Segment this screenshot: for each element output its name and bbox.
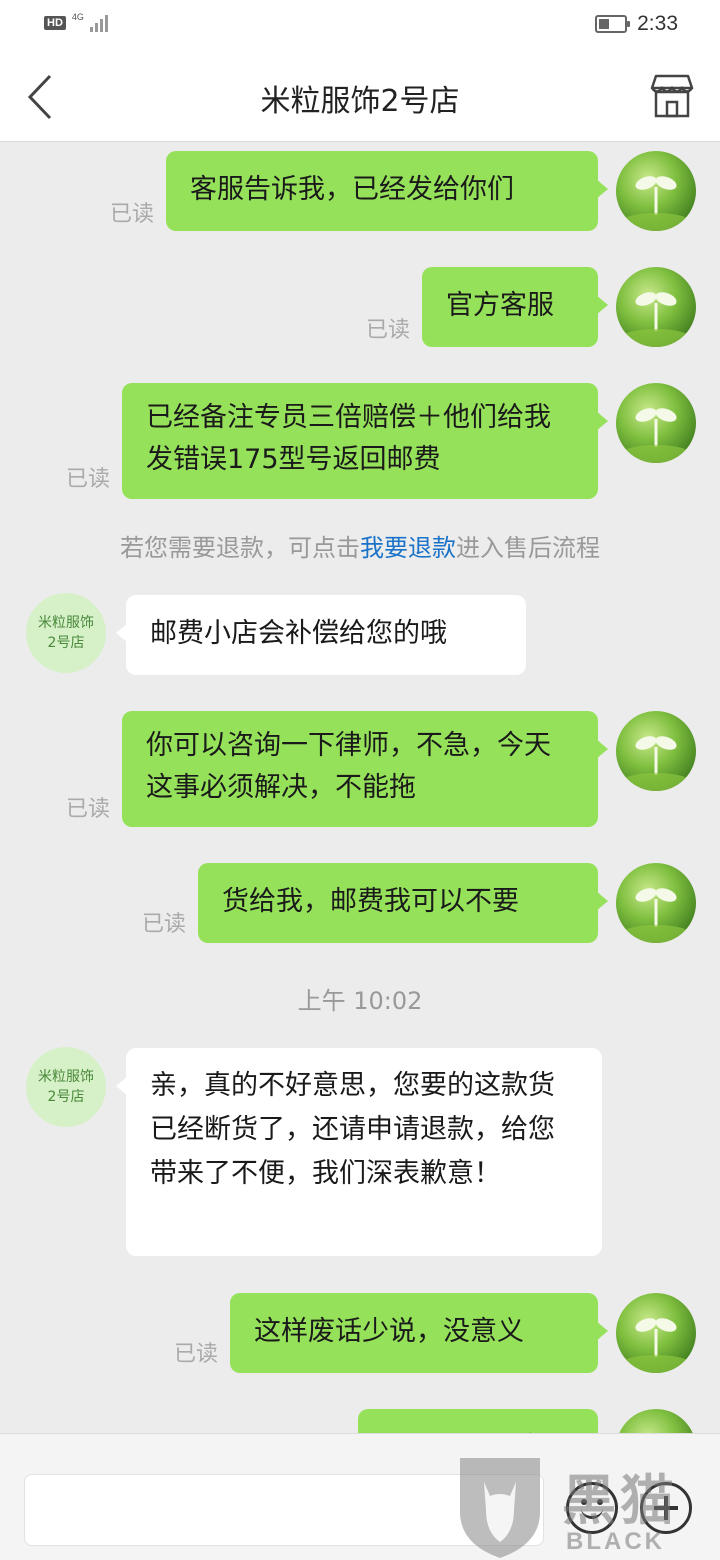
signal-icon [89,14,108,32]
sprout-icon [620,888,692,943]
shop-avatar-line2: 2号店 [47,1089,85,1105]
network-type: 4G [71,12,84,22]
message-bubble-incoming[interactable]: 亲，真的不好意思，您要的这款货已经断货了，还请申请退款，给您带来了不便，我们深表… [116,1048,602,1256]
refund-hint: 若您需要退款，可点击我要退款进入售后流程 [0,528,720,563]
sprout-icon [616,1409,696,1433]
message-bubble-outgoing[interactable]: 已经备注专员三倍赔偿＋他们给我发错误175型号返回邮费 [122,383,608,499]
refund-hint-prefix: 若您需要退款，可点击 [120,534,360,562]
status-bar: HD 4G 2:33 [0,0,720,52]
black-cat-watermark: 黑猫 BLACK CAT [450,1452,720,1560]
read-receipt: 已读 [66,797,111,822]
storefront-icon [650,74,694,118]
read-receipt: 已读 [66,467,111,492]
shop-avatar-line2: 2号店 [47,635,85,651]
message-bubble-outgoing[interactable]: 货给我，邮费我可以不要 [198,863,608,943]
status-left: HD 4G [44,12,108,32]
user-avatar[interactable] [616,383,696,463]
message-timestamp: 上午 10:02 [297,987,423,1015]
shop-avatar-line1: 米粒服饰 [38,615,94,631]
refund-hint-suffix: 进入售后流程 [456,534,600,562]
page-title: 米粒服饰2号店 [260,84,460,119]
read-receipt: 已读 [142,912,187,937]
read-receipt: 已读 [174,1342,219,1367]
shop-avatar[interactable]: 米粒服饰 2号店 [26,1047,106,1127]
hd-badge: HD [44,16,66,30]
message-bubble-outgoing[interactable]: 你可以咨询一下律师，不急，今天这事必须解决，不能拖 [122,711,608,827]
user-avatar[interactable] [616,863,696,943]
message-bubble-outgoing[interactable]: 客服告诉我，已经发给你们 [166,151,608,231]
sprout-icon [620,292,692,347]
user-avatar[interactable] [616,267,696,347]
battery-icon [595,15,631,33]
user-avatar[interactable] [616,711,696,791]
watermark-text: 黑猫 [562,1469,678,1532]
message-bubble-outgoing[interactable]: 官方客服 [422,267,608,347]
message-bubble-outgoing[interactable]: 这样废话少说，没意义 [230,1293,608,1373]
message-bubble-outgoing[interactable]: 你们违约在先 [358,1409,598,1433]
store-button[interactable] [646,70,698,122]
read-receipt: 已读 [366,318,411,343]
read-receipt: 已读 [110,202,155,227]
watermark-subtext: BLACK CAT [566,1528,665,1560]
shop-avatar-line1: 米粒服饰 [38,1069,94,1085]
sprout-icon [620,736,692,791]
chat-area[interactable]: 已读 客服告诉我，已经发给你们 已读 官方客服 已读 已经备注专员三倍赔偿＋他们… [0,143,720,1433]
clock: 2:33 [637,12,678,35]
sprout-icon [620,176,692,231]
message-bubble-incoming[interactable]: 邮费小店会补偿给您的哦 [116,595,526,675]
status-right: 2:33 [595,12,678,36]
refund-link[interactable]: 我要退款 [360,534,456,562]
user-avatar[interactable] [616,151,696,231]
shop-avatar[interactable]: 米粒服饰 2号店 [26,593,106,673]
title-bar: 米粒服饰2号店 [0,52,720,142]
user-avatar[interactable] [616,1293,696,1373]
sprout-icon [620,1318,692,1373]
user-avatar[interactable] [616,1409,696,1433]
cat-shield-icon [460,1458,540,1558]
sprout-icon [620,408,692,463]
